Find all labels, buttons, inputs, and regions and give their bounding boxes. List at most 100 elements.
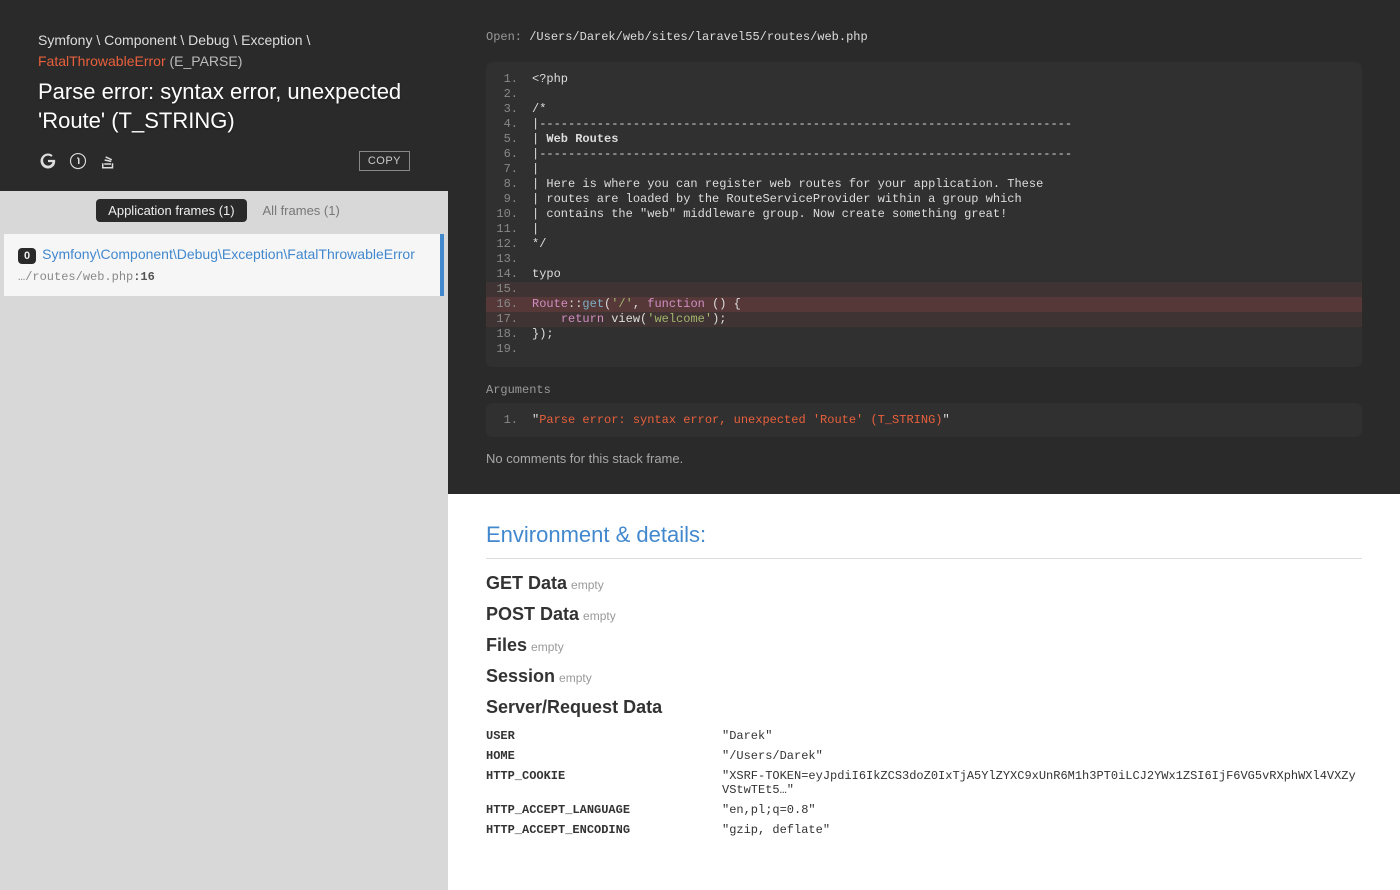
kv-value: "/Users/Darek" — [722, 749, 823, 763]
open-path: /Users/Darek/web/sites/laravel55/routes/… — [529, 30, 867, 44]
kv-key: HTTP_COOKIE — [486, 769, 722, 797]
exception-class: FatalThrowableError — [38, 53, 166, 69]
line-number: 3. — [486, 102, 526, 117]
frame-class: Symfony\Component\Debug\Exception\FatalT… — [42, 246, 415, 262]
exception-code: (E_PARSE) — [170, 53, 243, 69]
code-content: Route::get('/', function () { — [526, 297, 1362, 312]
code-content: |---------------------------------------… — [526, 147, 1362, 162]
google-icon[interactable] — [38, 151, 58, 171]
kv-table: USER"Darek"HOME"/Users/Darek"HTTP_COOKIE… — [486, 726, 1362, 840]
code-content: <?php — [526, 72, 1362, 87]
code-content — [526, 342, 1362, 357]
detail-group-title: POST Data — [486, 604, 579, 624]
code-line: 6.|-------------------------------------… — [486, 147, 1362, 162]
code-line: 11.| — [486, 222, 1362, 237]
code-content: | — [526, 222, 1362, 237]
arguments-label: Arguments — [448, 367, 1400, 403]
line-number: 15. — [486, 282, 526, 297]
empty-tag: empty — [559, 671, 592, 685]
frame-tabs: Application frames (1) All frames (1) — [0, 191, 448, 230]
code-line: 2. — [486, 87, 1362, 102]
code-content: }); — [526, 327, 1362, 342]
code-content: | — [526, 162, 1362, 177]
detail-group: POST Data empty — [486, 604, 1362, 625]
empty-tag: empty — [531, 640, 564, 654]
line-number: 19. — [486, 342, 526, 357]
code-content: | contains the "web" middleware group. N… — [526, 207, 1362, 222]
kv-key: HTTP_ACCEPT_LANGUAGE — [486, 803, 722, 817]
kv-row: HTTP_ACCEPT_LANGUAGE"en,pl;q=0.8" — [486, 800, 1362, 820]
code-line: 9.| routes are loaded by the RouteServic… — [486, 192, 1362, 207]
copy-button[interactable]: COPY — [359, 151, 410, 171]
tab-application-frames[interactable]: Application frames (1) — [96, 199, 246, 222]
code-line: 7.| — [486, 162, 1362, 177]
code-line: 10.| contains the "web" middleware group… — [486, 207, 1362, 222]
line-number: 9. — [486, 192, 526, 207]
code-content: return view('welcome'); — [526, 312, 1362, 327]
stackoverflow-icon[interactable] — [98, 151, 118, 171]
line-number: 7. — [486, 162, 526, 177]
code-content: */ — [526, 237, 1362, 252]
code-content — [526, 282, 1362, 297]
kv-value: "Darek" — [722, 729, 772, 743]
code-line: 14.typo — [486, 267, 1362, 282]
code-line: 16.Route::get('/', function () { — [486, 297, 1362, 312]
arguments-block: 1."Parse error: syntax error, unexpected… — [486, 403, 1362, 437]
code-line: 15. — [486, 282, 1362, 297]
empty-tag: empty — [583, 609, 616, 623]
detail-group: Session empty — [486, 666, 1362, 687]
line-number: 5. — [486, 132, 526, 147]
line-number: 2. — [486, 87, 526, 102]
detail-group-title: Session — [486, 666, 555, 686]
stack-frame[interactable]: 0 Symfony\Component\Debug\Exception\Fatal… — [4, 234, 444, 296]
line-number: 8. — [486, 177, 526, 192]
details-title: Environment & details: — [486, 522, 1362, 548]
frame-index-badge: 0 — [18, 248, 36, 264]
kv-key: HTTP_ACCEPT_ENCODING — [486, 823, 722, 837]
code-content: /* — [526, 102, 1362, 117]
breadcrumb-path: Symfony \ Component \ Debug \ Exception … — [38, 32, 310, 48]
code-line: 3./* — [486, 102, 1362, 117]
kv-row: HTTP_COOKIE"XSRF-TOKEN=eyJpdiI6IkZCS3doZ… — [486, 766, 1362, 800]
frame-file: …/routes/web.php:16 — [18, 270, 426, 284]
divider — [486, 558, 1362, 559]
code-line: 8.| Here is where you can register web r… — [486, 177, 1362, 192]
tab-all-frames[interactable]: All frames (1) — [251, 199, 352, 222]
line-number: 10. — [486, 207, 526, 222]
kv-value: "gzip, deflate" — [722, 823, 830, 837]
breadcrumb: Symfony \ Component \ Debug \ Exception … — [38, 30, 410, 72]
line-number: 6. — [486, 147, 526, 162]
code-line: 4.|-------------------------------------… — [486, 117, 1362, 132]
no-comments-text: No comments for this stack frame. — [448, 437, 1400, 494]
exception-header: Symfony \ Component \ Debug \ Exception … — [0, 0, 448, 191]
kv-row: HOME"/Users/Darek" — [486, 746, 1362, 766]
code-content — [526, 252, 1362, 267]
open-file-line: Open: /Users/Darek/web/sites/laravel55/r… — [448, 0, 1400, 54]
line-number: 13. — [486, 252, 526, 267]
code-line: 5.| Web Routes — [486, 132, 1362, 147]
code-content: | Here is where you can register web rou… — [526, 177, 1362, 192]
code-line: 19. — [486, 342, 1362, 357]
code-line: 1.<?php — [486, 72, 1362, 87]
code-block: 1.<?php2.3./*4.|------------------------… — [486, 62, 1362, 367]
kv-row: HTTP_ACCEPT_ENCODING"gzip, deflate" — [486, 820, 1362, 840]
kv-key: USER — [486, 729, 722, 743]
line-number: 1. — [486, 72, 526, 87]
line-number: 17. — [486, 312, 526, 327]
code-line: 13. — [486, 252, 1362, 267]
code-line: 18.}); — [486, 327, 1362, 342]
main-panel: Open: /Users/Darek/web/sites/laravel55/r… — [448, 0, 1400, 890]
kv-value: "XSRF-TOKEN=eyJpdiI6IkZCS3doZ0IxTjA5YlZY… — [722, 769, 1362, 797]
code-line: 17. return view('welcome'); — [486, 312, 1362, 327]
sidebar: Symfony \ Component \ Debug \ Exception … — [0, 0, 448, 890]
detail-group-title: Files — [486, 635, 527, 655]
argument-line: 1."Parse error: syntax error, unexpected… — [486, 413, 1362, 427]
error-title: Parse error: syntax error, unexpected 'R… — [38, 78, 410, 135]
kv-row: USER"Darek" — [486, 726, 1362, 746]
detail-group: Server/Request DataUSER"Darek"HOME"/User… — [486, 697, 1362, 840]
line-number: 16. — [486, 297, 526, 312]
line-number: 14. — [486, 267, 526, 282]
code-content: |---------------------------------------… — [526, 117, 1362, 132]
code-content: typo — [526, 267, 1362, 282]
duckduckgo-icon[interactable] — [68, 151, 88, 171]
